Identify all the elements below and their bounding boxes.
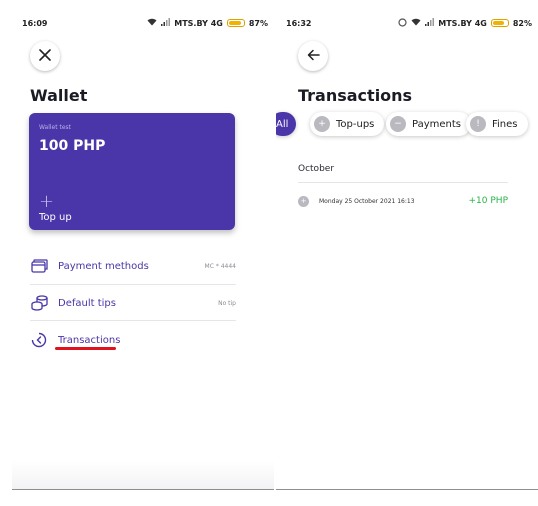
filter-chips: All + Top-ups − Payments ! Fines xyxy=(276,112,538,136)
carrier-label: MTS.BY 4G xyxy=(174,18,223,28)
transaction-amount: +10 PHP xyxy=(468,196,508,206)
status-bar: 16:32 MTS.BY 4G 82% xyxy=(286,16,532,30)
transactions-screen: 16:32 MTS.BY 4G 82% Transactions All + T… xyxy=(276,0,538,506)
bottom-edge xyxy=(276,489,538,490)
battery-icon xyxy=(226,19,245,27)
month-header: October xyxy=(298,164,335,174)
top-up-button[interactable]: Top up xyxy=(39,212,72,223)
divider xyxy=(298,182,508,183)
status-bar: 16:09 MTS.BY 4G 87% xyxy=(22,16,268,30)
transaction-date: Monday 25 October 2021 16:13 xyxy=(319,197,415,205)
filter-chip-all[interactable]: All xyxy=(276,112,297,136)
menu-item-label: Default tips xyxy=(58,297,116,309)
divider xyxy=(30,320,236,321)
filter-chip-top-ups[interactable]: + Top-ups xyxy=(310,112,385,136)
battery-percent: 82% xyxy=(512,18,532,28)
plus-icon[interactable]: + xyxy=(39,191,54,212)
menu-item-label: Transactions xyxy=(58,334,121,346)
filter-chip-fines[interactable]: ! Fines xyxy=(466,112,528,136)
menu-item-value: No tip xyxy=(218,299,236,307)
bottom-edge xyxy=(12,489,274,490)
exclamation-icon: ! xyxy=(470,116,486,132)
chip-label: Top-ups xyxy=(336,118,375,130)
wallet-card: Wallet test 100 PHP + Top up xyxy=(29,113,235,230)
wallet-name: Wallet test xyxy=(39,124,72,131)
chip-label: Payments xyxy=(412,118,461,130)
menu-item-label: Payment methods xyxy=(58,260,149,272)
minus-icon: − xyxy=(390,116,406,132)
carrier-label: MTS.BY 4G xyxy=(438,18,487,28)
card-icon xyxy=(30,258,48,274)
status-time: 16:32 xyxy=(286,18,312,28)
wifi-icon xyxy=(411,18,421,28)
close-button[interactable] xyxy=(30,41,60,71)
chip-label: Fines xyxy=(492,118,518,130)
page-title: Transactions xyxy=(298,86,413,105)
alarm-icon xyxy=(398,17,407,29)
plus-icon: + xyxy=(314,116,330,132)
back-button[interactable] xyxy=(298,41,328,71)
signal-icon xyxy=(425,18,435,28)
wallet-balance: 100 PHP xyxy=(39,138,106,154)
highlight-underline xyxy=(55,347,116,350)
close-icon xyxy=(39,46,51,66)
battery-percent: 87% xyxy=(248,18,268,28)
menu-item-payment-methods[interactable]: Payment methods MC * 4444 xyxy=(30,248,236,284)
battery-icon xyxy=(490,19,509,27)
filter-chip-payments[interactable]: − Payments xyxy=(386,112,471,136)
menu-item-default-tips[interactable]: Default tips No tip xyxy=(30,285,236,321)
coins-icon xyxy=(30,295,48,311)
status-time: 16:09 xyxy=(22,18,48,28)
menu-item-transactions[interactable]: Transactions xyxy=(30,322,236,358)
page-title: Wallet xyxy=(30,86,88,105)
chip-label: All xyxy=(276,118,289,130)
wifi-icon xyxy=(147,18,157,28)
plus-icon: + xyxy=(298,195,309,207)
history-icon xyxy=(30,332,48,348)
wallet-screen: 16:09 MTS.BY 4G 87% Wallet Wallet test 1… xyxy=(12,0,274,506)
menu-item-value: MC * 4444 xyxy=(204,262,236,270)
transaction-row[interactable]: + Monday 25 October 2021 16:13 +10 PHP xyxy=(298,192,508,210)
arrow-left-icon xyxy=(307,46,320,66)
signal-icon xyxy=(161,18,171,28)
